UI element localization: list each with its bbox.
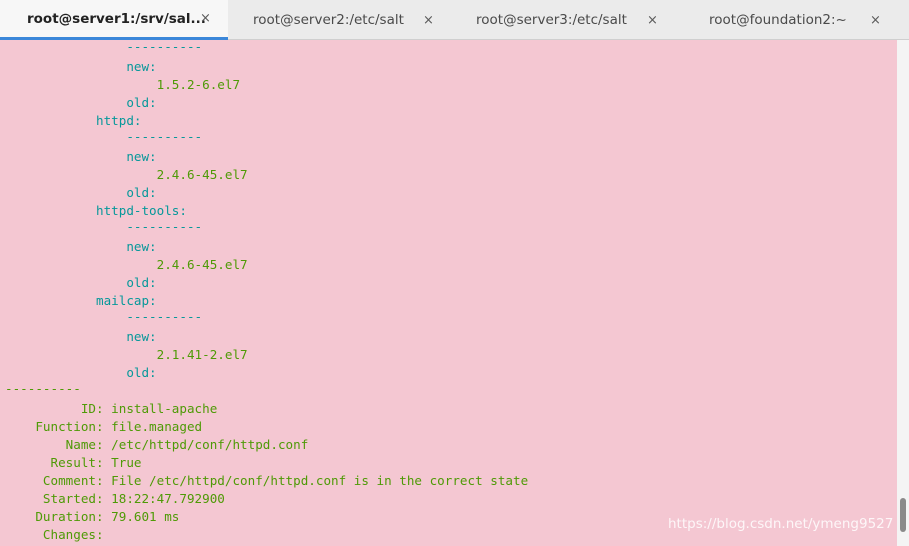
tab-label: root@server2:/etc/salt (253, 12, 404, 28)
output-line: new: (5, 59, 157, 74)
tab-server1[interactable]: root@server1:/srv/sal... × (0, 0, 228, 40)
output-line: old: (5, 275, 157, 290)
output-line: old: (5, 185, 157, 200)
tab-server3[interactable]: root@server3:/etc/salt × (454, 0, 682, 40)
tab-foundation2[interactable]: root@foundation2:~ × (682, 0, 909, 40)
close-icon[interactable]: × (870, 13, 881, 28)
tab-server2[interactable]: root@server2:/etc/salt × (228, 0, 454, 40)
output-line: 1.5.2-6.el7 (5, 77, 241, 92)
tab-label: root@server3:/etc/salt (476, 12, 627, 28)
output-line: ---------- (5, 309, 203, 324)
output-line: Name: /etc/httpd/conf/httpd.conf (5, 437, 309, 452)
output-line: Comment: File /etc/httpd/conf/httpd.conf… (5, 473, 529, 488)
output-line: Function: file.managed (5, 419, 203, 434)
output-line: new: (5, 329, 157, 344)
output-line: Started: 18:22:47.792900 (5, 491, 225, 506)
output-line: ---------- (5, 40, 203, 54)
output-line: 2.4.6-45.el7 (5, 257, 248, 272)
output-line: Duration: 79.601 ms (5, 509, 180, 524)
output-line: ---------- (5, 381, 81, 396)
output-line: old: (5, 95, 157, 110)
tab-label: root@server1:/srv/sal... (27, 10, 206, 27)
tab-bar: root@server1:/srv/sal... × root@server2:… (0, 0, 909, 40)
output-line: 2.1.41-2.el7 (5, 347, 248, 362)
scrollbar-thumb[interactable] (900, 498, 906, 532)
close-icon[interactable]: × (647, 13, 658, 28)
vertical-scrollbar[interactable] (897, 40, 909, 546)
output-line: ---------- (5, 219, 203, 234)
watermark: https://blog.csdn.net/ymeng9527 (668, 516, 894, 532)
output-line: Result: True (5, 455, 142, 470)
close-icon[interactable]: × (423, 13, 434, 28)
terminal-output[interactable]: ---------- new: 1.5.2-6.el7 old: httpd: … (0, 40, 897, 546)
output-line: Changes: (5, 527, 104, 542)
output-line: 2.4.6-45.el7 (5, 167, 248, 182)
tab-label: root@foundation2:~ (709, 12, 847, 28)
output-line: ID: install-apache (5, 401, 218, 416)
output-line: new: (5, 239, 157, 254)
output-line: new: (5, 149, 157, 164)
close-icon[interactable]: × (200, 11, 211, 26)
output-line: ---------- (5, 129, 203, 144)
